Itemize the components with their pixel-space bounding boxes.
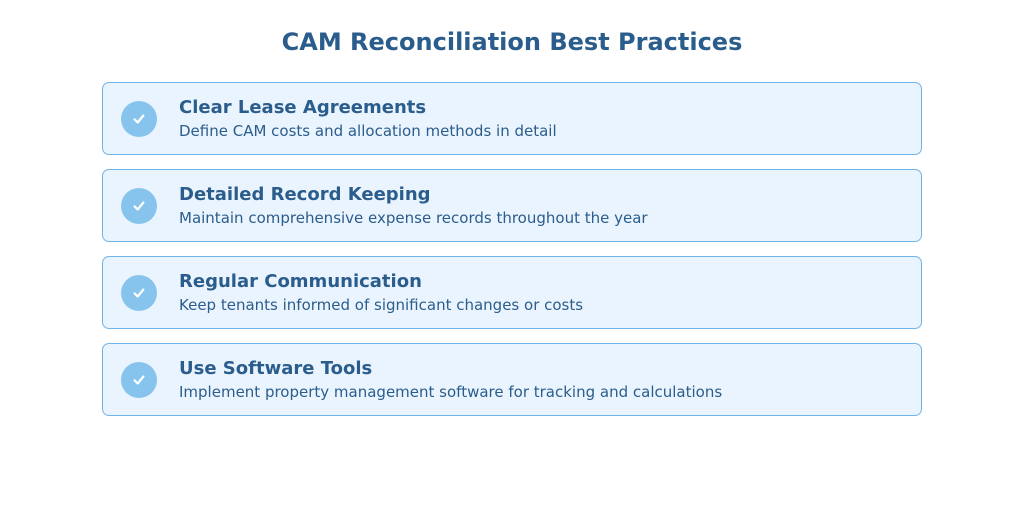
check-icon xyxy=(121,101,157,137)
check-icon xyxy=(121,362,157,398)
list-item-desc: Keep tenants informed of significant cha… xyxy=(179,296,583,314)
list-item-desc: Implement property management software f… xyxy=(179,383,722,401)
list-item-desc: Maintain comprehensive expense records t… xyxy=(179,209,648,227)
list-item-text: Clear Lease Agreements Define CAM costs … xyxy=(179,97,557,140)
best-practices-list: Clear Lease Agreements Define CAM costs … xyxy=(102,82,922,416)
list-item-heading: Regular Communication xyxy=(179,271,583,292)
check-icon xyxy=(121,275,157,311)
list-item: Use Software Tools Implement property ma… xyxy=(102,343,922,416)
list-item-heading: Use Software Tools xyxy=(179,358,722,379)
list-item: Regular Communication Keep tenants infor… xyxy=(102,256,922,329)
page-title: CAM Reconciliation Best Practices xyxy=(282,28,743,56)
list-item-text: Use Software Tools Implement property ma… xyxy=(179,358,722,401)
list-item-desc: Define CAM costs and allocation methods … xyxy=(179,122,557,140)
list-item-text: Regular Communication Keep tenants infor… xyxy=(179,271,583,314)
list-item: Clear Lease Agreements Define CAM costs … xyxy=(102,82,922,155)
list-item: Detailed Record Keeping Maintain compreh… xyxy=(102,169,922,242)
list-item-heading: Clear Lease Agreements xyxy=(179,97,557,118)
list-item-heading: Detailed Record Keeping xyxy=(179,184,648,205)
check-icon xyxy=(121,188,157,224)
list-item-text: Detailed Record Keeping Maintain compreh… xyxy=(179,184,648,227)
